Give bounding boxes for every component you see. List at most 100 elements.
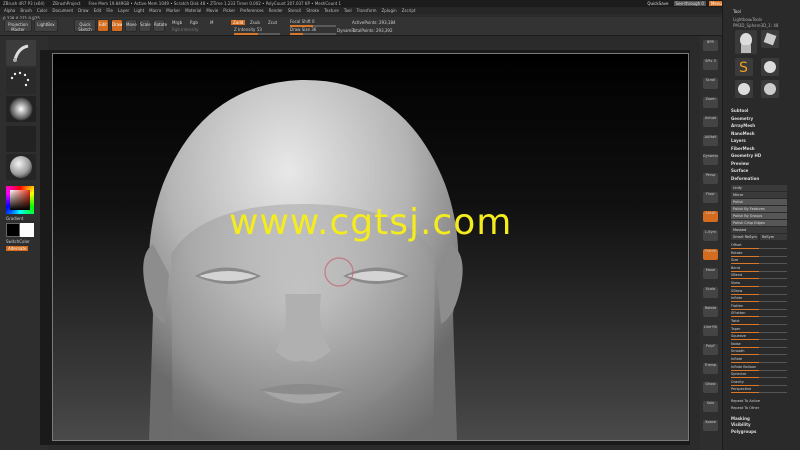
deform-polish-crisp-edges-button[interactable]: Polish Crisp Edges [731,220,787,226]
shelf-aahalf-button[interactable]: AAHalf [703,135,718,146]
slider-sskew[interactable]: SSkew [731,289,787,295]
slider-smooth[interactable]: Smooth [731,349,787,356]
pm3d-sphere-tool-icon[interactable] [761,80,779,98]
menu-stroke[interactable]: Stroke [306,8,319,13]
lightbox-button[interactable]: LightBox [34,19,58,32]
menu-zscript[interactable]: Zscript [402,8,416,13]
slider-flatten[interactable]: Flatten [731,304,787,310]
menu-brush[interactable]: Brush [20,8,32,13]
section-preview[interactable]: Preview [731,161,749,166]
deform-masked-button[interactable]: Masked [731,227,787,233]
stroke-thumbnail[interactable] [6,68,36,94]
shelf-solo-button[interactable]: Solo [703,401,718,412]
see-through-slider[interactable]: See-through 0 [673,1,706,6]
tray-polygroups[interactable]: Polygroups [731,429,756,434]
slider-skew[interactable]: Skew [731,281,787,287]
slider-inflate[interactable]: Inflate [731,296,787,303]
shelf-actual-button[interactable]: Actual [703,116,718,127]
section-fibermesh[interactable]: FiberMesh [731,146,755,151]
deform-resym-button[interactable]: ReSym [760,234,787,240]
menu-zplugin[interactable]: Zplugin [382,8,397,13]
menu-edit[interactable]: Edit [94,8,102,13]
texture-thumbnail[interactable] [6,126,36,152]
menu-tool[interactable]: Tool [344,8,352,13]
slider-offset[interactable]: Offset [731,243,787,249]
shelf-line-fill-button[interactable]: Line Fill [703,325,718,336]
secondary-color-swatch[interactable] [20,223,34,237]
slider-inflate[interactable]: Inflate [731,357,787,363]
slider-spherize[interactable]: Spherize [731,372,787,379]
section-geometry-hd[interactable]: Geometry HD [731,153,761,158]
shelf-xpose-button[interactable]: Xpose [703,420,718,431]
shelf-zoom-button[interactable]: Zoom [703,97,718,108]
quicksave-button[interactable]: QuickSave [645,1,670,6]
menu-material[interactable]: Material [185,8,201,13]
shelf-scale-button[interactable]: Scale [703,287,718,298]
slider-inflate-balloon[interactable]: Inflate Balloon [731,365,787,371]
section-geometry[interactable]: Geometry [731,116,753,121]
color-picker[interactable] [6,186,34,214]
section-subtool[interactable]: Subtool [731,108,748,113]
cylinder-tool-icon[interactable] [761,30,779,48]
slider-gravity[interactable]: Gravity [731,380,787,386]
alpha-thumbnail[interactable] [6,96,36,122]
tray-masking[interactable]: Masking [731,416,750,421]
menu-macro[interactable]: Macro [149,8,161,13]
menu-picker[interactable]: Picker [223,8,235,13]
menu-stencil[interactable]: Stencil [288,8,302,13]
slider-taper[interactable]: Taper [731,327,787,333]
slider-twist[interactable]: Twist [731,319,787,325]
menu-preferences[interactable]: Preferences [240,8,264,13]
sphere-tool-icon[interactable] [761,58,779,76]
simplebrush-tool-icon[interactable]: S [735,58,753,76]
alternate-button[interactable]: Alternate [6,246,29,251]
material-thumbnail[interactable] [6,154,36,180]
section-deformation[interactable]: Deformation [731,176,759,181]
menu-transform[interactable]: Transform [357,8,377,13]
section-arraymesh[interactable]: ArrayMesh [731,123,755,128]
slider-sflatten[interactable]: SFlatten [731,311,787,318]
menu-movie[interactable]: Movie [206,8,218,13]
slider-bend[interactable]: Bend [731,266,787,272]
deform-smart-resym-button[interactable]: Smart ReSym [731,234,758,240]
tray-repeat-to-other[interactable]: Repeat To Other [731,406,787,412]
current-tool-thumbnail[interactable] [735,30,757,54]
slider-perspective[interactable]: Perspective [731,387,787,394]
zadd-toggle[interactable]: Zadd [231,20,246,25]
shelf-scroll-button[interactable]: Scroll [703,78,718,89]
menu-texture[interactable]: Texture [324,8,339,13]
switch-color-button[interactable]: SwitchColor [6,239,30,244]
shelf-ghost-button[interactable]: Ghost [703,382,718,393]
deform-unify-button[interactable]: Unify [731,185,787,191]
draw-size-slider[interactable]: Draw Size 36 [290,27,336,35]
menu-marker[interactable]: Marker [166,8,180,13]
shelf-rotate-button[interactable]: Rotate [703,306,718,317]
deform-polish-by-groups-button[interactable]: Polish By Groups [731,213,787,219]
menu-alpha[interactable]: Alpha [4,8,15,13]
zcut-toggle[interactable]: Zcut [268,20,277,25]
gradient-label[interactable]: Gradient [6,216,23,221]
shelf-transp-button[interactable]: Transp [703,363,718,374]
shelf-spix-3-button[interactable]: SPix 3 [703,59,718,70]
focal-shift-slider[interactable]: Focal Shift 0 [290,19,336,27]
shelf-dynamic-button[interactable]: Dynamic [703,154,718,165]
shelf-persp-button[interactable]: Persp [703,173,718,184]
shelf-move-button[interactable]: Move [703,268,718,279]
section-surface[interactable]: Surface [731,168,748,173]
deform-mirror-button[interactable]: Mirror [731,192,787,198]
shelf-floor-button[interactable]: Floor [703,192,718,203]
quick-sketch-button[interactable]: Quick Sketch [74,19,96,32]
sphere3d-tool-icon[interactable] [735,80,753,98]
menu-layer[interactable]: Layer [118,8,129,13]
menu-draw[interactable]: Draw [78,8,88,13]
slider-noise[interactable]: Noise [731,342,787,348]
m-toggle[interactable]: M [210,20,213,25]
section-nanomesh[interactable]: NanoMesh [731,131,755,136]
slider-squeeze[interactable]: Squeeze [731,334,787,341]
shelf-frame-button[interactable]: Frame [703,249,718,260]
edit-button[interactable]: Edit [97,19,109,32]
shelf-polyf-button[interactable]: PolyF [703,344,718,355]
draw-button[interactable]: Draw [111,19,123,32]
deform-polish-by-features-button[interactable]: Polish By Features [731,206,787,212]
mrgb-toggle[interactable]: Mrgb [172,20,182,25]
